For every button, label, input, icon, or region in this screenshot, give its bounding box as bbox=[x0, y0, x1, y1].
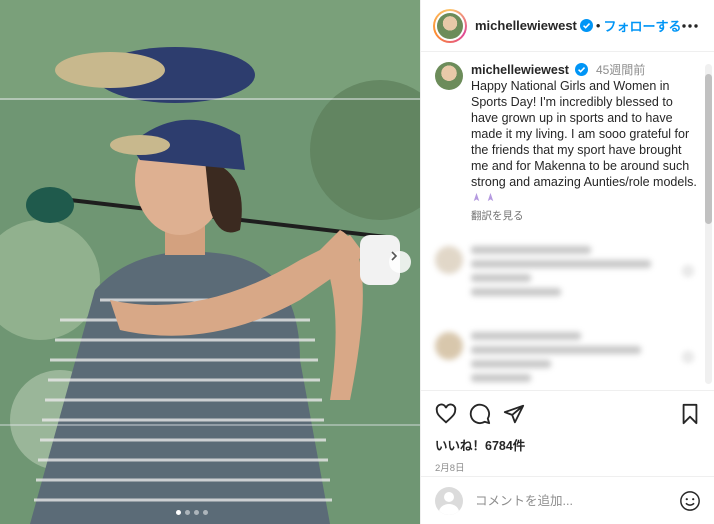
chevron-right-icon bbox=[391, 251, 398, 261]
caption-time-ago[interactable]: 45週間前 bbox=[596, 63, 645, 77]
heart-icon[interactable] bbox=[435, 403, 457, 425]
header-username[interactable]: michellewiewest bbox=[475, 18, 577, 33]
share-icon[interactable] bbox=[503, 403, 525, 425]
caption-avatar[interactable] bbox=[435, 62, 463, 90]
golfer-photo bbox=[0, 0, 420, 524]
likes-count[interactable]: いいね！6784件 bbox=[435, 435, 701, 454]
post-details-panel: michellewiewest • フォローする michellewiewest… bbox=[420, 0, 714, 524]
comment-input[interactable] bbox=[475, 493, 679, 508]
caption-username[interactable]: michellewiewest bbox=[471, 63, 569, 77]
carousel-dot bbox=[185, 510, 190, 515]
action-bar: いいね！6784件 2月8日 bbox=[421, 390, 714, 474]
carousel-dot bbox=[176, 510, 181, 515]
post-header: michellewiewest • フォローする bbox=[421, 0, 714, 52]
list-item bbox=[435, 246, 701, 302]
post-caption: michellewiewest 45週間前 Happy National Gir… bbox=[435, 62, 701, 224]
praying-hands-emoji-icon bbox=[473, 192, 480, 202]
comment-heart-icon bbox=[683, 266, 693, 276]
post-date[interactable]: 2月8日 bbox=[435, 460, 701, 474]
post-photo[interactable] bbox=[0, 0, 420, 524]
separator-dot: • bbox=[595, 18, 601, 33]
caption-text: Happy National Girls and Women in Sports… bbox=[471, 79, 697, 189]
verified-badge-icon bbox=[575, 63, 589, 76]
avatar bbox=[437, 12, 463, 39]
verified-badge-icon bbox=[579, 19, 593, 32]
follow-button[interactable]: フォローする bbox=[603, 16, 681, 35]
comments-scrollbar[interactable] bbox=[705, 64, 712, 384]
carousel-dot bbox=[203, 510, 208, 515]
next-image-button[interactable] bbox=[389, 251, 411, 273]
bookmark-icon[interactable] bbox=[679, 403, 701, 425]
blurred-comments bbox=[435, 246, 701, 388]
add-comment-bar bbox=[421, 476, 714, 524]
story-ring[interactable] bbox=[433, 8, 467, 43]
carousel-indicator bbox=[176, 510, 208, 515]
current-user-avatar bbox=[435, 486, 463, 515]
more-options-icon[interactable] bbox=[680, 16, 700, 36]
comment-avatar bbox=[435, 246, 463, 274]
comment-avatar bbox=[435, 332, 463, 360]
praying-hands-emoji-icon bbox=[488, 192, 494, 202]
see-translation-link[interactable]: 翻訳を見る bbox=[471, 208, 701, 224]
list-item bbox=[435, 332, 701, 388]
comments-section[interactable]: michellewiewest 45週間前 Happy National Gir… bbox=[421, 52, 714, 390]
emoji-icon[interactable] bbox=[679, 490, 701, 512]
carousel-dot bbox=[194, 510, 199, 515]
comment-heart-icon bbox=[683, 352, 693, 362]
comment-icon[interactable] bbox=[469, 403, 491, 425]
